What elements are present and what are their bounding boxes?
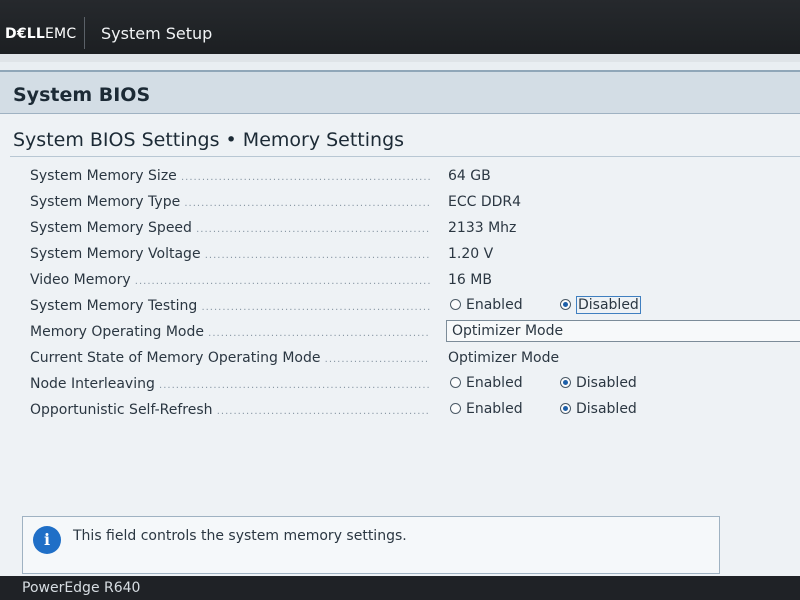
memory-testing-enabled-radio[interactable]: Enabled xyxy=(450,296,523,314)
radio-label: Disabled xyxy=(576,375,637,391)
node-interleaving-disabled-radio[interactable]: Disabled xyxy=(560,374,637,392)
footer-bar: PowerEdge R640 xyxy=(0,576,800,600)
help-panel: i This field controls the system memory … xyxy=(22,516,720,574)
radio-label: Disabled xyxy=(576,296,641,314)
setting-value: 16 MB xyxy=(448,272,492,288)
brand-dell: D€LL xyxy=(5,26,46,42)
setting-label: Current State of Memory Operating Mode xyxy=(30,349,430,369)
select-value: Optimizer Mode xyxy=(452,323,564,339)
setting-memory-testing: System Memory Testing Enabled Disabled xyxy=(30,294,800,320)
setting-operating-mode: Memory Operating Mode Optimizer Mode xyxy=(30,320,800,346)
setting-label: System Memory Size xyxy=(30,167,430,187)
info-icon: i xyxy=(33,526,61,554)
title-divider xyxy=(10,156,800,157)
setting-value: Optimizer Mode xyxy=(448,350,560,366)
radio-selected-icon xyxy=(560,298,571,310)
dell-emc-logo: D€LLEMC xyxy=(5,26,76,42)
node-interleaving-enabled-radio[interactable]: Enabled xyxy=(450,374,523,392)
settings-list: System Memory Size 64 GB System Memory T… xyxy=(30,164,800,424)
setting-label: Video Memory xyxy=(30,271,430,291)
self-refresh-disabled-radio[interactable]: Disabled xyxy=(560,400,637,418)
memory-testing-disabled-radio[interactable]: Disabled xyxy=(560,296,641,314)
radio-icon xyxy=(450,298,461,310)
radio-label: Enabled xyxy=(466,401,523,417)
app-title: System Setup xyxy=(101,24,213,43)
operating-mode-select[interactable]: Optimizer Mode xyxy=(446,320,800,342)
radio-label: Enabled xyxy=(466,375,523,391)
setting-node-interleaving: Node Interleaving Enabled Disabled xyxy=(30,372,800,398)
setting-label: System Memory Type xyxy=(30,193,430,213)
server-model: PowerEdge R640 xyxy=(22,580,141,596)
header-divider xyxy=(84,17,85,49)
section-title: System BIOS xyxy=(13,84,151,106)
setting-memory-type: System Memory Type ECC DDR4 xyxy=(30,190,800,216)
setting-video-memory: Video Memory 16 MB xyxy=(30,268,800,294)
top-bar: D€LLEMC System Setup xyxy=(0,0,800,62)
radio-icon xyxy=(450,376,461,388)
setting-value: 2133 Mhz xyxy=(448,220,517,236)
page-title: System BIOS Settings • Memory Settings xyxy=(13,129,405,151)
setting-label: System Memory Testing xyxy=(30,297,430,317)
setting-label: System Memory Voltage xyxy=(30,245,430,265)
radio-selected-icon xyxy=(560,376,571,388)
setting-memory-speed: System Memory Speed 2133 Mhz xyxy=(30,216,800,242)
setting-value: ECC DDR4 xyxy=(448,194,522,210)
setting-self-refresh: Opportunistic Self-Refresh Enabled Disab… xyxy=(30,398,800,424)
setting-label: Node Interleaving xyxy=(30,375,430,395)
setting-value: 1.20 V xyxy=(448,246,494,262)
setting-value: 64 GB xyxy=(448,168,491,184)
radio-label: Disabled xyxy=(576,401,637,417)
radio-label: Enabled xyxy=(466,297,523,313)
brand-emc: EMC xyxy=(45,26,77,42)
radio-selected-icon xyxy=(560,402,571,414)
setting-current-mode: Current State of Memory Operating Mode O… xyxy=(30,346,800,372)
setting-memory-voltage: System Memory Voltage 1.20 V xyxy=(30,242,800,268)
setting-label: System Memory Speed xyxy=(30,219,430,239)
setting-label: Opportunistic Self-Refresh xyxy=(30,401,430,421)
radio-icon xyxy=(450,402,461,414)
setting-memory-size: System Memory Size 64 GB xyxy=(30,164,800,190)
setting-label: Memory Operating Mode xyxy=(30,323,430,343)
help-text: This field controls the system memory se… xyxy=(73,528,407,544)
self-refresh-enabled-radio[interactable]: Enabled xyxy=(450,400,523,418)
